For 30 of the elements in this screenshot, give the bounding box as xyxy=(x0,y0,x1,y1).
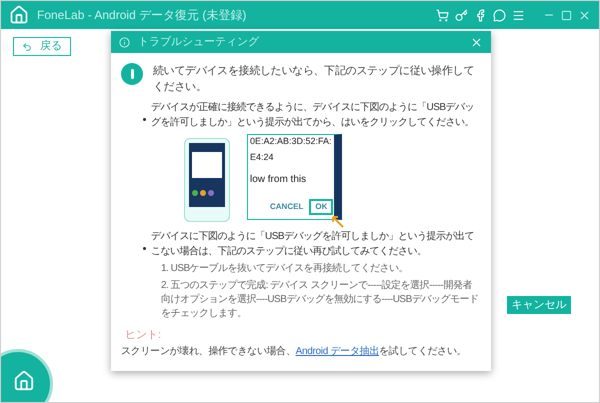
troubleshoot-icon xyxy=(119,36,130,48)
close-icon[interactable] xyxy=(470,36,483,48)
back-button[interactable]: 戻る xyxy=(13,37,71,56)
home-icon[interactable] xyxy=(9,5,29,25)
mac-address-text: 0E:A2:AB:3D:52:FA: xyxy=(250,135,332,148)
allow-text: low from this xyxy=(250,173,308,187)
cancel-label: CANCEL xyxy=(270,201,304,213)
close-icon[interactable] xyxy=(578,8,591,22)
key-icon[interactable] xyxy=(455,8,468,22)
mac-address-text: E4:24 xyxy=(250,150,275,164)
ok-label: OK xyxy=(309,199,334,215)
cart-icon[interactable] xyxy=(436,8,449,22)
maximize-icon[interactable] xyxy=(561,10,572,20)
chat-icon[interactable] xyxy=(493,8,506,22)
window-title: FoneLab - Android データ復元 (未登録) xyxy=(37,7,246,24)
hint-label: ヒント: xyxy=(125,328,162,343)
cancel-button[interactable]: キャンセル xyxy=(507,296,571,314)
back-arrow-icon xyxy=(22,42,32,52)
intro-text: 続いてデバイスを接続したいなら、下記のステップに従い操作してください。 xyxy=(153,64,476,95)
hint-text: スクリーンが壊れ、操作できない場合、Android データ抽出を試してください。 xyxy=(121,344,468,358)
dialog-title: トラブルシューティング xyxy=(138,34,259,50)
info-icon xyxy=(121,63,143,85)
bullet-text: デバイスが正確に接続できるように、デバイスに下図のように「USBデバッグを許可しましか」という提示が出てから、はいをクリックしてください。 xyxy=(151,100,476,130)
step-text: 1. USBケーブルを抜いてデバイスを再接続してください。 xyxy=(161,262,410,276)
home-icon xyxy=(13,370,35,392)
menu-icon[interactable] xyxy=(512,8,525,22)
step-text: 2. 五つのステップで完成: デバイス スクリーンで-----設定を選択-----開発者向けオプションを選択----USBデバッグを無効にする----USBデバッグモードをチェックします。 xyxy=(161,279,480,321)
android-data-extraction-link[interactable]: Android データ抽出 xyxy=(296,346,379,356)
bullet-text: デバイスに下図のように「USBデバッグを許可しましか」という提示が出てこない場合は、下記のステップに従い再び試してみてください。 xyxy=(151,230,476,259)
pointer-arrow-icon xyxy=(330,214,344,228)
